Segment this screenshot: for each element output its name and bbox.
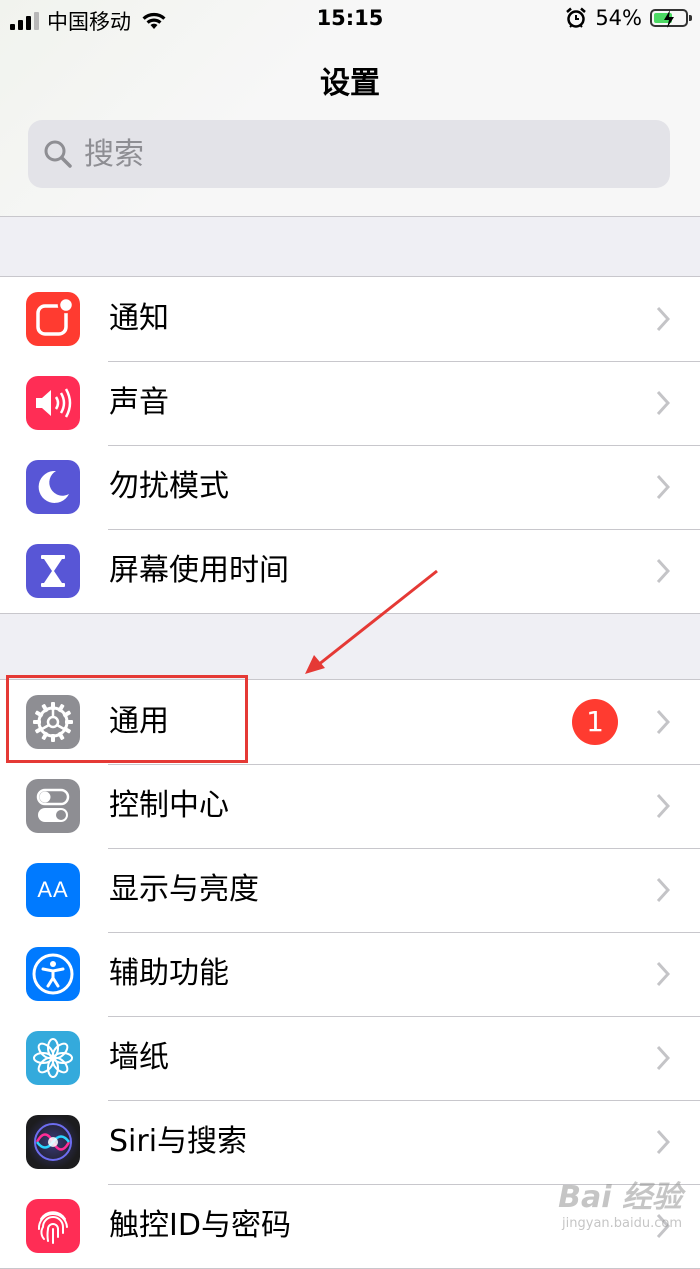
chevron-right-icon <box>656 1045 670 1071</box>
toggles-icon <box>26 779 80 833</box>
watermark-url: jingyan.baidu.com <box>562 1216 682 1231</box>
row-label: 显示与亮度 <box>109 872 259 907</box>
row-label: Siri与搜索 <box>109 1124 248 1159</box>
chevron-right-icon <box>656 709 670 735</box>
row-label: 控制中心 <box>109 788 229 823</box>
settings-row-wallpaper[interactable]: 墙纸 <box>0 1016 700 1100</box>
settings-row-display-brightness[interactable]: AA 显示与亮度 <box>0 848 700 932</box>
chevron-right-icon <box>656 877 670 903</box>
watermark-brand: Bai 经验 <box>558 1180 682 1215</box>
chevron-right-icon <box>656 1129 670 1155</box>
accessibility-icon <box>26 947 80 1001</box>
fingerprint-icon <box>26 1199 80 1253</box>
notification-badge: 1 <box>572 699 618 745</box>
chevron-right-icon <box>656 793 670 819</box>
row-label: 辅助功能 <box>109 956 229 991</box>
text-size-icon: AA <box>26 863 80 917</box>
settings-row-accessibility[interactable]: 辅助功能 <box>0 932 700 1016</box>
watermark: Bai 经验 jingyan.baidu.com <box>558 1172 682 1231</box>
siri-icon <box>26 1115 80 1169</box>
chevron-right-icon <box>656 961 670 987</box>
row-label: 触控ID与密码 <box>109 1208 291 1243</box>
settings-row-control-center[interactable]: 控制中心 <box>0 764 700 848</box>
flower-icon <box>26 1031 80 1085</box>
row-label: 墙纸 <box>109 1040 169 1075</box>
annotation-arrow <box>305 569 438 674</box>
